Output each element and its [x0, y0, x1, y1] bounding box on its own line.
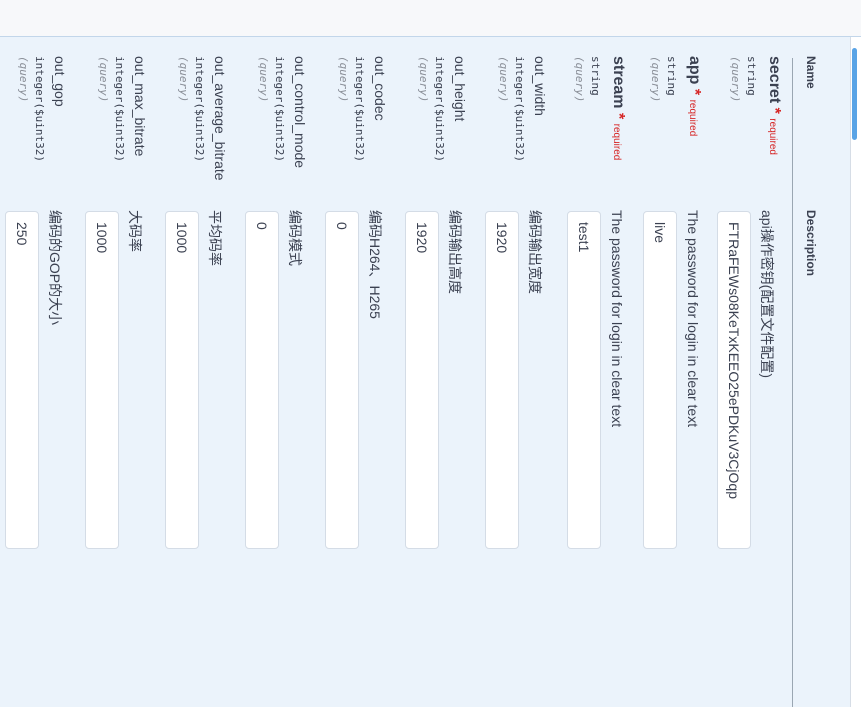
param-desc-out-gop: 编码的GOP的大小 [47, 210, 63, 326]
param-in-stream: (query) [573, 56, 586, 103]
param-name-out-max-bitrate: out_max_bitrate [132, 56, 148, 157]
param-desc-secret: api操作密钥(配置文件配置) [759, 210, 775, 379]
param-name-app: app * required [686, 56, 703, 137]
param-in-out-max-bitrate: (query) [97, 56, 110, 103]
top-bar [0, 0, 861, 37]
param-in-secret: (query) [729, 56, 742, 103]
param-name-stream: stream * required [610, 56, 627, 161]
param-type-app: string [665, 56, 678, 96]
param-name-secret: secret * required [766, 56, 783, 155]
param-desc-out-width: 编码输出宽度 [527, 210, 543, 294]
column-header-description: Description [804, 210, 818, 277]
param-name-out-codec: out_codec [372, 56, 388, 121]
scrollbar-thumb[interactable] [852, 48, 857, 140]
param-desc-out-codec: 编码H264、H265 [367, 210, 383, 319]
out-max-bitrate-input-value: 1000 [94, 222, 110, 254]
app-input[interactable]: live [643, 211, 677, 549]
param-in-out-height: (query) [417, 56, 430, 103]
param-in-out-width: (query) [497, 56, 510, 103]
param-desc-stream: The password for login in clear text [609, 210, 625, 428]
out-height-input-value: 1920 [414, 222, 430, 254]
secret-input-value: FTRaFEWs08KeTxKEEO25ePDKuV3CjOqp [726, 222, 742, 499]
out-codec-input[interactable]: 0 [325, 211, 359, 549]
out-codec-input-value: 0 [334, 222, 350, 230]
out-gop-input-value: 250 [14, 222, 30, 246]
stream-input[interactable]: test1 [567, 211, 601, 549]
header-divider [792, 58, 793, 707]
param-name-out-width: out_width [532, 56, 548, 116]
out-gop-input[interactable]: 250 [5, 211, 39, 549]
param-type-out-codec: integer($uint32) [353, 56, 366, 162]
param-name-out-control-mode: out_control_mode [292, 56, 308, 169]
param-in-out-control-mode: (query) [257, 56, 270, 103]
param-type-out-width: integer($uint32) [513, 56, 526, 162]
out-control-mode-input[interactable]: 0 [245, 211, 279, 549]
secret-input[interactable]: FTRaFEWs08KeTxKEEO25ePDKuV3CjOqp [717, 211, 751, 549]
out-height-input[interactable]: 1920 [405, 211, 439, 549]
param-type-out-max-bitrate: integer($uint32) [113, 56, 126, 162]
out-average-bitrate-input[interactable]: 1000 [165, 211, 199, 549]
param-name-out-gop: out_gop [52, 56, 68, 107]
param-in-out-gop: (query) [17, 56, 30, 103]
out-control-mode-input-value: 0 [254, 222, 270, 230]
stream-input-value: test1 [576, 222, 592, 253]
param-in-out-average-bitrate: (query) [177, 56, 190, 103]
param-type-secret: string [745, 56, 758, 96]
param-in-app: (query) [649, 56, 662, 103]
param-type-stream: string [589, 56, 602, 96]
param-desc-out-control-mode: 编码模式 [287, 210, 303, 266]
out-width-input[interactable]: 1920 [485, 211, 519, 549]
out-width-input-value: 1920 [494, 222, 510, 254]
param-desc-out-average-bitrate: 平均码率 [207, 210, 223, 266]
out-average-bitrate-input-value: 1000 [174, 222, 190, 254]
app-input-value: live [652, 222, 668, 244]
param-type-out-gop: integer($uint32) [33, 56, 46, 162]
param-desc-app: The password for login in clear text [685, 210, 701, 428]
param-in-out-codec: (query) [337, 56, 350, 103]
param-type-out-height: integer($uint32) [433, 56, 446, 162]
out-max-bitrate-input[interactable]: 1000 [85, 211, 119, 549]
param-type-out-average-bitrate: integer($uint32) [193, 56, 206, 162]
param-desc-out-max-bitrate: 大码率 [127, 210, 143, 252]
param-type-out-control-mode: integer($uint32) [273, 56, 286, 162]
param-desc-out-height: 编码输出高度 [447, 210, 463, 294]
column-header-name: Name [804, 56, 818, 89]
param-name-out-average-bitrate: out_average_bitrate [212, 56, 228, 181]
param-name-out-height: out_height [452, 56, 468, 122]
